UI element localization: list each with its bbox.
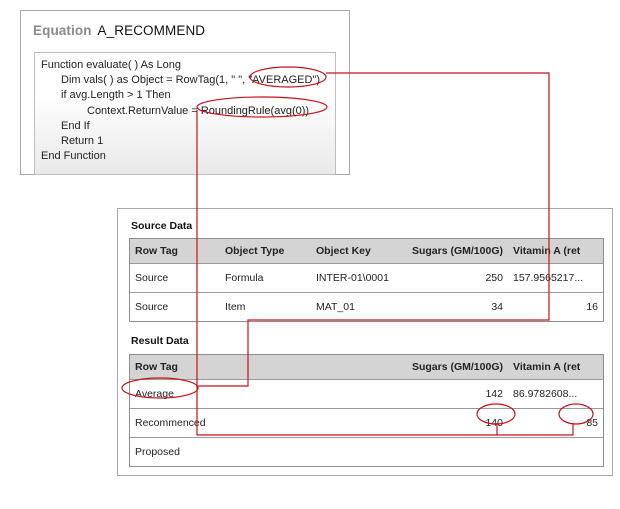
cell-row-tag: Recommenced [135, 417, 206, 429]
code-line: End If [61, 119, 90, 132]
cell-vitamin-a: 85 [586, 417, 598, 429]
cell-row-tag: Source [135, 272, 169, 284]
code-line: Dim vals( ) as Object = RowTag(1, " ", "… [61, 74, 321, 87]
cell-vitamin-a: 157.9565217... [513, 272, 584, 284]
cell-object-type: Formula [225, 272, 264, 284]
cell-sugars: 140 [485, 417, 503, 429]
cell-vitamin-a [513, 438, 598, 466]
column-header[interactable]: Vitamin A (ret [513, 355, 580, 379]
table-row[interactable]: Source Formula INTER-01\0001 250 157.956… [130, 263, 603, 292]
source-data-title: Source Data [131, 220, 193, 232]
column-header[interactable]: Row Tag [135, 239, 178, 263]
cell-sugars: 34 [491, 301, 503, 313]
source-header-row: Row Tag Object Type Object Key Sugars (G… [130, 239, 603, 263]
code-line: Context.ReturnValue = RoundingRule(avg(0… [87, 104, 310, 117]
equation-title-name: A_RECOMMEND [97, 23, 206, 38]
table-row[interactable]: Recommenced 140 85 [130, 408, 603, 437]
cell-object-type: Item [225, 301, 246, 313]
column-header[interactable]: Vitamin A (ret [513, 239, 580, 263]
cell-sugars: 250 [485, 272, 503, 284]
data-panel: Source Data Row Tag Object Type Object K… [117, 208, 613, 476]
code-line: Return 1 [61, 135, 104, 148]
table-row[interactable]: Source Item MAT_01 34 16 [130, 292, 603, 321]
table-row[interactable]: Proposed [130, 437, 603, 466]
cell-row-tag: Proposed [135, 446, 180, 458]
cell-object-key: MAT_01 [316, 301, 355, 313]
cell-sugars: 142 [485, 388, 503, 400]
code-editor[interactable]: Function evaluate( ) As Long Dim vals( )… [34, 52, 336, 175]
equation-title-label: Equation [33, 23, 92, 38]
cell-object-key: INTER-01\0001 [316, 272, 389, 284]
column-header[interactable]: Row Tag [135, 355, 178, 379]
code-line: Function evaluate( ) As Long [41, 59, 182, 71]
result-data-title: Result Data [131, 335, 189, 347]
table-row[interactable]: Average 142 86.9782608... [130, 379, 603, 408]
cell-vitamin-a: 86.9782608... [513, 388, 578, 400]
cell-sugars [400, 438, 503, 466]
cell-row-tag: Source [135, 301, 169, 313]
column-header[interactable]: Object Type [225, 239, 284, 263]
result-header-row: Row Tag Sugars (GM/100G) Vitamin A (ret [130, 355, 603, 379]
column-header[interactable]: Sugars (GM/100G) [400, 239, 503, 263]
cell-row-tag: Average [135, 388, 174, 400]
equation-panel: Equation A_RECOMMEND Function evaluate( )… [20, 10, 350, 175]
code-line: if avg.Length > 1 Then [61, 89, 171, 102]
equation-title: Equation A_RECOMMEND [33, 23, 205, 38]
cell-vitamin-a: 16 [586, 301, 598, 313]
result-data-grid: Row Tag Sugars (GM/100G) Vitamin A (ret … [129, 354, 604, 467]
code-line: End Function [41, 150, 106, 163]
column-header[interactable]: Object Key [316, 239, 371, 263]
column-header[interactable]: Sugars (GM/100G) [400, 355, 503, 379]
source-data-grid: Row Tag Object Type Object Key Sugars (G… [129, 238, 604, 322]
